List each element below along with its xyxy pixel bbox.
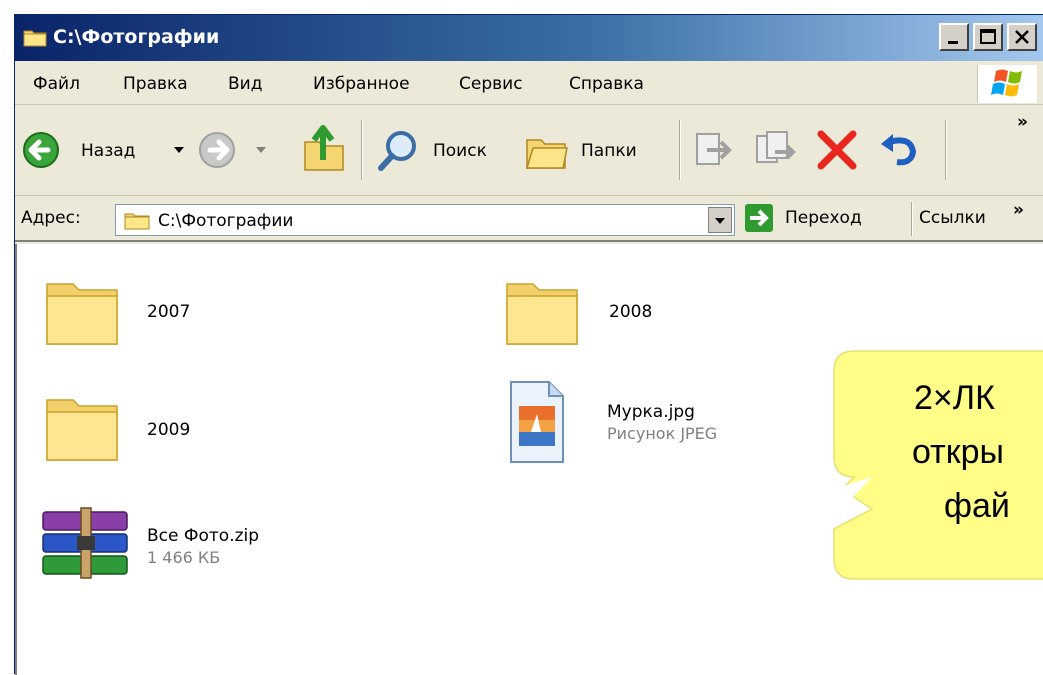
folders-label: Папки xyxy=(581,141,637,161)
search-button[interactable]: Поиск xyxy=(375,126,515,174)
close-button[interactable] xyxy=(1007,23,1037,51)
folder-item[interactable]: 2009 xyxy=(43,390,303,466)
toolbar-more-button[interactable]: » xyxy=(1017,112,1028,132)
menu-view[interactable]: Вид xyxy=(228,74,262,94)
copy-to-icon xyxy=(756,131,796,163)
forward-button[interactable] xyxy=(197,128,287,172)
windows-flag-icon xyxy=(991,69,1022,97)
folders-button[interactable]: Папки xyxy=(523,126,673,174)
toolbar-separator xyxy=(911,202,913,236)
file-name: Мурка.jpg xyxy=(607,402,695,422)
jpeg-image-icon xyxy=(510,381,564,463)
window-title: C:\Фотографии xyxy=(53,26,220,48)
callout-line-3: фай xyxy=(944,487,1010,525)
folder-item[interactable]: 2008 xyxy=(503,274,763,350)
folder-name: 2008 xyxy=(609,302,653,322)
standard-toolbar: Назад Поиск Папки » xyxy=(15,106,1043,196)
move-to-icon xyxy=(696,133,732,165)
links-label[interactable]: Ссылки xyxy=(919,208,986,228)
go-arrow-icon xyxy=(745,204,773,232)
toolbar-separator xyxy=(679,120,681,180)
address-input[interactable]: C:\Фотографии xyxy=(115,204,735,236)
menu-file[interactable]: Файл xyxy=(33,74,80,94)
delete-x-icon xyxy=(817,130,857,170)
address-dropdown-button[interactable] xyxy=(708,207,732,233)
address-value: C:\Фотографии xyxy=(158,211,294,231)
up-folder-button[interactable] xyxy=(299,122,349,176)
toolbar-separator xyxy=(361,120,363,180)
folder-item[interactable]: 2007 xyxy=(43,274,303,350)
chevron-down-icon xyxy=(715,218,725,224)
image-file-item[interactable]: Мурка.jpg Рисунок JPEG xyxy=(507,380,787,466)
links-more-button[interactable]: » xyxy=(1013,200,1024,220)
folders-icon xyxy=(525,139,568,169)
title-bar[interactable]: C:\Фотографии xyxy=(15,15,1043,61)
callout-line-2: откры xyxy=(912,433,1004,471)
copy-to-button[interactable] xyxy=(753,128,797,172)
chevron-down-icon xyxy=(256,147,266,153)
file-size: 1 466 КБ xyxy=(147,548,221,567)
folder-icon xyxy=(23,30,47,47)
go-label: Переход xyxy=(785,208,862,228)
windows-logo xyxy=(977,65,1037,103)
address-bar: Адрес: C:\Фотографии Переход Ссылки » xyxy=(15,196,1043,242)
folder-name: 2009 xyxy=(147,420,191,440)
menu-help[interactable]: Справка xyxy=(569,74,644,94)
go-button[interactable]: Переход xyxy=(743,202,908,236)
folder-icon xyxy=(46,283,118,345)
callout-bubble: 2×ЛК откры фай xyxy=(832,349,1043,581)
back-label: Назад xyxy=(81,141,136,161)
winrar-archive-icon xyxy=(42,507,128,579)
maximize-icon xyxy=(980,29,996,44)
up-folder-icon xyxy=(304,125,344,171)
menu-favorites[interactable]: Избранное xyxy=(313,74,410,94)
back-button[interactable]: Назад xyxy=(21,128,191,172)
folder-icon xyxy=(46,399,118,461)
callout-line-1: 2×ЛК xyxy=(914,379,995,417)
address-label: Адрес: xyxy=(21,208,81,228)
chevron-down-icon xyxy=(174,147,184,153)
undo-icon xyxy=(881,134,917,166)
folder-icon xyxy=(506,283,578,345)
menu-bar: Файл Правка Вид Избранное Сервис Справка xyxy=(15,61,1043,105)
file-type: Рисунок JPEG xyxy=(607,424,718,443)
search-label: Поиск xyxy=(433,141,487,161)
menu-tools[interactable]: Сервис xyxy=(459,74,523,94)
search-icon xyxy=(378,131,416,171)
file-name: Все Фото.zip xyxy=(147,526,260,546)
archive-file-item[interactable]: Все Фото.zip 1 466 КБ xyxy=(39,506,319,582)
delete-button[interactable] xyxy=(815,128,859,172)
toolbar-separator xyxy=(945,120,947,180)
menu-edit[interactable]: Правка xyxy=(123,74,188,94)
close-icon xyxy=(1015,30,1029,44)
back-arrow-icon xyxy=(23,132,59,168)
minimize-button[interactable] xyxy=(939,23,969,51)
forward-arrow-icon xyxy=(199,132,235,168)
minimize-icon xyxy=(948,41,958,44)
undo-button[interactable] xyxy=(877,128,921,172)
maximize-button[interactable] xyxy=(973,23,1003,51)
folder-icon xyxy=(124,213,150,230)
move-to-button[interactable] xyxy=(691,128,735,172)
folder-name: 2007 xyxy=(147,302,191,322)
